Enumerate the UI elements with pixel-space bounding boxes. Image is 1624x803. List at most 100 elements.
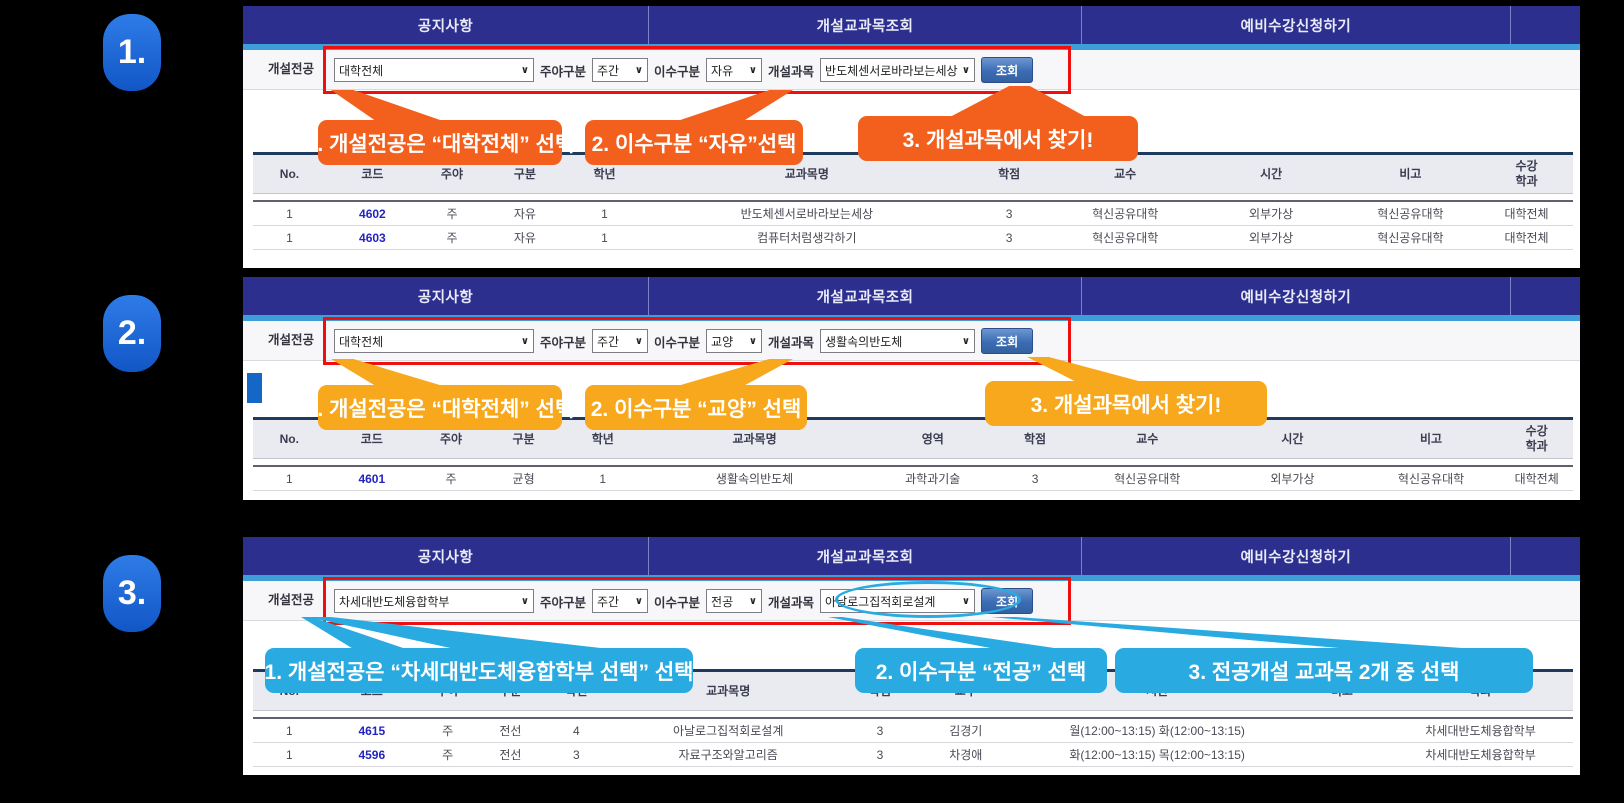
chevron-down-icon: ∨: [749, 336, 757, 347]
table-cell: 전선: [477, 743, 543, 767]
table-cell: 혁신공유대학: [1071, 466, 1223, 491]
course-type-select-value: 교양: [711, 333, 733, 350]
portal-nav-bar: 공지사항개설교과목조회예비수강신청하기: [243, 6, 1580, 44]
obscured-ui-fragment: [247, 373, 262, 403]
course-code-link[interactable]: 4596: [326, 743, 418, 767]
column-header: 비고: [1362, 419, 1501, 459]
portal-nav-bar: 공지사항개설교과목조회예비수강신청하기: [243, 277, 1580, 315]
filter-label-course-type: 이수구분: [654, 332, 700, 351]
table-cell: 1: [253, 743, 326, 767]
table-cell: 자유: [485, 201, 565, 226]
chevron-down-icon: ∨: [635, 336, 643, 347]
course-table: No.코드주야구분학년교과목명학점교수시간비고수강 학과14602주자유1반도체…: [253, 152, 1573, 250]
column-header: No.: [253, 154, 326, 194]
table-cell: 전선: [477, 718, 543, 743]
daynight-select-value: 주간: [597, 593, 619, 610]
table-cell: 3: [969, 226, 1049, 250]
column-header: 시간: [1201, 154, 1340, 194]
major-select[interactable]: 대학전체∨: [334, 58, 534, 82]
chevron-down-icon: ∨: [521, 336, 529, 347]
course-code-link[interactable]: 4602: [326, 201, 419, 226]
nav-tab-1[interactable]: 공지사항: [243, 277, 648, 315]
table-row: 14596주전선3자료구조와알고리즘3차경애화(12:00~13:15) 목(1…: [253, 743, 1573, 767]
table-cell: 3: [847, 718, 913, 743]
daynight-select[interactable]: 주간 ∨: [592, 329, 648, 353]
course-code-link[interactable]: 4603: [326, 226, 419, 250]
chevron-down-icon: ∨: [635, 65, 643, 76]
filter-label-subject: 개설과목: [768, 332, 814, 351]
daynight-select[interactable]: 주간∨: [592, 589, 648, 613]
column-header: 수강 학과: [1480, 154, 1573, 194]
filter-label-subject: 개설과목: [768, 61, 814, 80]
search-button[interactable]: 조회: [981, 57, 1033, 83]
table-cell: 과학과기술: [867, 466, 999, 491]
instruction-callout-2: 2. 이수구분 “자유”선택: [585, 120, 803, 165]
nav-tab-2[interactable]: 개설교과목조회: [648, 537, 1081, 575]
instruction-callout-2: 2. 이수구분 “전공” 선택: [855, 648, 1107, 693]
instruction-callout-3: 3. 전공개설 교과목 2개 중 선택: [1115, 648, 1533, 693]
instruction-callout-1: 1. 개설전공은 “차세대반도체융합학부 선택” 선택: [265, 648, 693, 693]
nav-stub: [1510, 6, 1580, 44]
table-cell: 주: [418, 466, 484, 491]
daynight-select[interactable]: 주간 ∨: [592, 58, 648, 82]
daynight-select-value: 주간: [597, 333, 619, 350]
nav-tab-3[interactable]: 예비수강신청하기: [1081, 277, 1510, 315]
nav-stub: [1510, 277, 1580, 315]
annotated-guide-stage: 1. 2. 3. 공지사항개설교과목조회예비수강신청하기개설전공대학전체∨주야구…: [0, 0, 1624, 803]
table-cell: 대학전체: [1480, 201, 1573, 226]
table-cell: 화(12:00~13:15) 목(12:00~13:15): [1019, 743, 1296, 767]
table-cell: 자료구조와알고리즘: [609, 743, 847, 767]
chevron-down-icon: ∨: [749, 65, 757, 76]
major-select[interactable]: 차세대반도체융합학부∨: [334, 589, 534, 613]
callout-tail: [991, 617, 1491, 650]
filter-label-daynight: 주야구분: [540, 332, 586, 351]
chevron-down-icon: ∨: [962, 596, 970, 607]
table-cell: 혁신공유대학: [1049, 226, 1202, 250]
search-button[interactable]: 조회: [981, 588, 1033, 614]
subject-select-value: 아날로그집적회로설계: [825, 593, 935, 610]
course-search-panel-2: 공지사항개설교과목조회예비수강신청하기개설전공대학전체∨주야구분주간∨이수구분교…: [243, 277, 1580, 500]
filter-label-daynight: 주야구분: [540, 592, 586, 611]
nav-tab-1[interactable]: 공지사항: [243, 6, 648, 44]
table-cell: 1: [253, 718, 326, 743]
major-select-value: 대학전체: [339, 333, 383, 350]
callout-tail: [331, 90, 443, 121]
table-cell: 혁신공유대학: [1049, 201, 1202, 226]
step-badge-1: 1.: [103, 14, 161, 91]
course-type-select-value: 전공: [711, 593, 733, 610]
table-cell: 1: [253, 466, 326, 491]
major-select-value: 차세대반도체융합학부: [339, 593, 449, 610]
nav-tab-2[interactable]: 개설교과목조회: [648, 277, 1081, 315]
table-cell: 혁신공유대학: [1341, 226, 1480, 250]
chevron-down-icon: ∨: [521, 65, 529, 76]
daynight-select-value: 주간: [597, 62, 619, 79]
subject-select[interactable]: 아날로그집적회로설계 ∨: [820, 589, 975, 613]
column-header: 수강 학과: [1500, 419, 1573, 459]
table-cell: 차경애: [913, 743, 1019, 767]
major-select[interactable]: 대학전체 ∨: [334, 329, 534, 353]
nav-tab-2[interactable]: 개설교과목조회: [648, 6, 1081, 44]
table-cell: 외부가상: [1201, 201, 1340, 226]
search-button[interactable]: 조회: [981, 328, 1033, 354]
chevron-down-icon: ∨: [962, 336, 970, 347]
course-code-link[interactable]: 4615: [326, 718, 418, 743]
nav-tab-3[interactable]: 예비수강신청하기: [1081, 6, 1510, 44]
table-cell: 균형: [484, 466, 563, 491]
instruction-callout-1: 1. 개설전공은 “대학전체” 선택: [318, 385, 562, 430]
nav-tab-3[interactable]: 예비수강신청하기: [1081, 537, 1510, 575]
table-cell: 아날로그집적회로설계: [609, 718, 847, 743]
column-header: 영역: [867, 419, 999, 459]
course-type-select[interactable]: 교양 ∨: [706, 329, 762, 353]
nav-tab-1[interactable]: 공지사항: [243, 537, 648, 575]
table-row: 14615주전선4아날로그집적회로설계3김경기월(12:00~13:15) 화(…: [253, 718, 1573, 743]
course-code-link[interactable]: 4601: [326, 466, 418, 491]
table-cell: 대학전체: [1500, 466, 1573, 491]
table-cell: 대학전체: [1480, 226, 1573, 250]
course-type-select[interactable]: 전공∨: [706, 589, 762, 613]
subject-select[interactable]: 생활속의반도체∨: [820, 329, 975, 353]
subject-select[interactable]: 반도체센서로바라보는세상∨: [820, 58, 975, 82]
table-cell: 1: [565, 201, 645, 226]
course-type-select[interactable]: 자유∨: [706, 58, 762, 82]
filter-label-daynight: 주야구분: [540, 61, 586, 80]
filter-label-course-type: 이수구분: [654, 61, 700, 80]
